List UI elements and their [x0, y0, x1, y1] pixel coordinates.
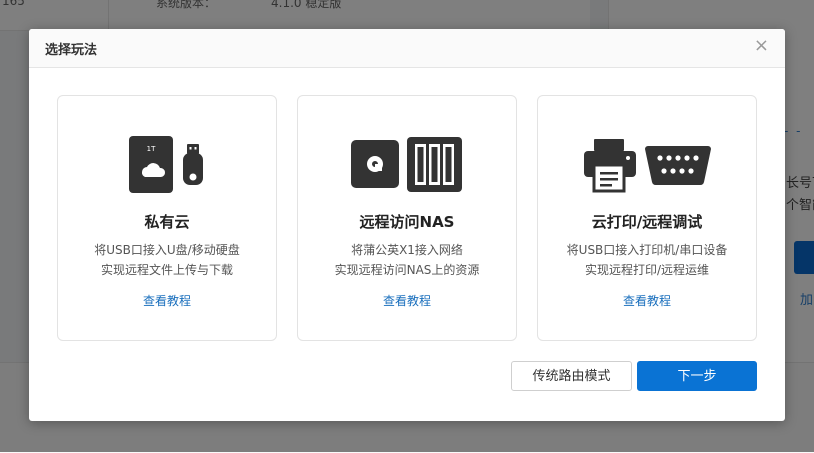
- card-remote-nas-desc-line1: 将蒲公英X1接入网络: [351, 243, 463, 257]
- card-remote-nas-desc-line2: 实现远程访问NAS上的资源: [334, 263, 480, 277]
- card-cloud-print-desc-line1: 将USB口接入打印机/串口设备: [566, 243, 728, 257]
- printer-icon: [584, 139, 636, 193]
- card-remote-nas-tutorial-link[interactable]: 查看教程: [298, 292, 516, 309]
- card-private-cloud-icons: 1T: [58, 134, 276, 196]
- card-private-cloud-title: 私有云: [144, 213, 190, 231]
- router-device-icon: [351, 140, 399, 188]
- card-remote-nas[interactable]: 远程访问NAS 将蒲公英X1接入网络 实现远程访问NAS上的资源 查看教程: [297, 95, 517, 341]
- card-private-cloud-desc-line1: 将USB口接入U盘/移动硬盘: [94, 243, 240, 257]
- card-cloud-print-title: 云打印/远程调试: [591, 213, 703, 231]
- hard-drive-cloud-icon: 1T: [129, 136, 173, 193]
- card-private-cloud[interactable]: 1T 私有云 将USB口接入U盘/移动硬盘 实现远程文件上传与下载 查看教程: [57, 95, 277, 341]
- card-cloud-print-desc-line2: 实现远程打印/远程运维: [584, 263, 710, 277]
- card-remote-nas-icons: [298, 134, 516, 196]
- card-cloud-print-tutorial-link[interactable]: 查看教程: [538, 292, 756, 309]
- dialog-title: 选择玩法: [45, 43, 98, 58]
- card-private-cloud-tutorial-link[interactable]: 查看教程: [58, 292, 276, 309]
- traditional-router-mode-button[interactable]: 传统路由模式: [511, 361, 632, 391]
- card-cloud-print-description: 将USB口接入打印机/串口设备 实现远程打印/远程运维: [538, 240, 756, 280]
- card-remote-nas-description: 将蒲公英X1接入网络 实现远程访问NAS上的资源: [298, 240, 516, 280]
- usb-drive-icon: [183, 144, 203, 185]
- card-remote-nas-title: 远程访问NAS: [359, 213, 455, 231]
- svg-text:1T: 1T: [147, 145, 156, 153]
- close-icon[interactable]: ×: [754, 36, 769, 56]
- next-step-button[interactable]: 下一步: [637, 361, 757, 391]
- card-cloud-print[interactable]: 云打印/远程调试 将USB口接入打印机/串口设备 实现远程打印/远程运维 查看教…: [537, 95, 757, 341]
- card-cloud-print-icons: [538, 134, 756, 196]
- nas-server-icon: [407, 137, 462, 192]
- card-private-cloud-description: 将USB口接入U盘/移动硬盘 实现远程文件上传与下载: [58, 240, 276, 280]
- dialog-header: 选择玩法 ×: [29, 29, 785, 68]
- select-mode-dialog: 选择玩法 × 1T 私有云 将USB口接入U盘/移动硬盘 实现远程文件上传与下载…: [29, 29, 785, 421]
- card-private-cloud-desc-line2: 实现远程文件上传与下载: [100, 263, 233, 277]
- serial-port-icon: [645, 146, 711, 186]
